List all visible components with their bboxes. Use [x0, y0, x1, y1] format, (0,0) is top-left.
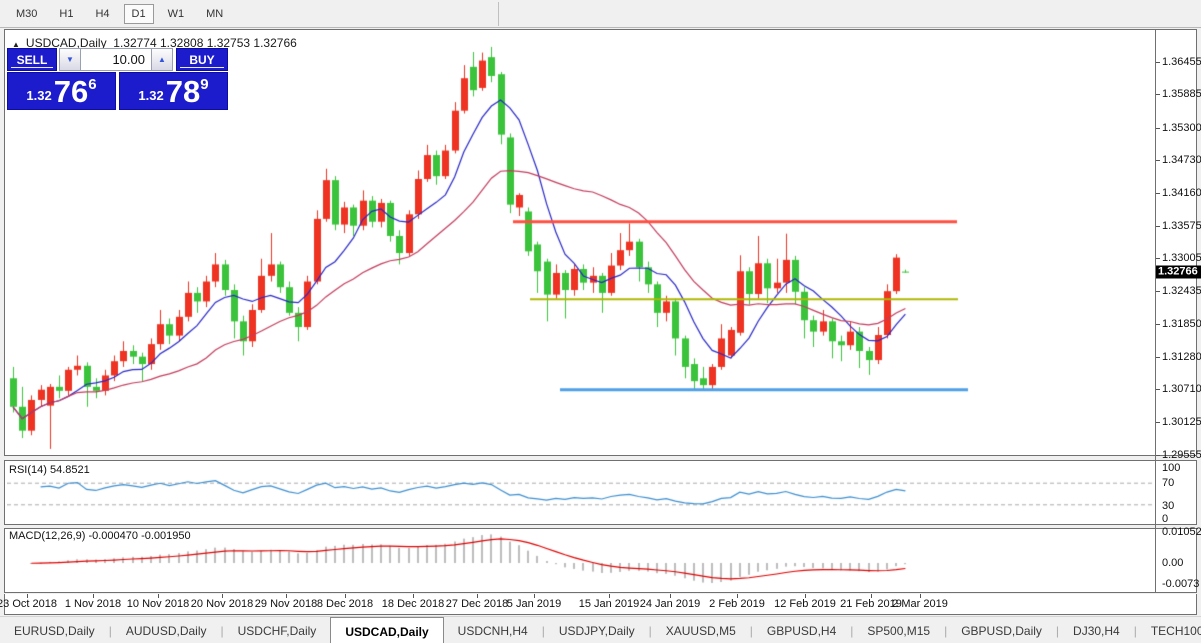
buy-price-pip-digit: 9: [200, 76, 208, 93]
one-click-trading-panel: SELL ▼ ▲ BUY 1.32766 1.32789: [7, 48, 228, 110]
chart-tab-dj30-h4[interactable]: DJ30,H4: [1059, 617, 1134, 643]
chart-tab-audusd-daily[interactable]: AUDUSD,Daily: [112, 617, 221, 643]
volume-decrease-button[interactable]: ▼: [59, 48, 81, 71]
price-axis-label: 1.33575: [1162, 220, 1201, 232]
timeframe-button-h1[interactable]: H1: [51, 4, 81, 24]
current-price-badge: 1.32766: [1156, 266, 1201, 279]
date-axis-label: 5 Jan 2019: [507, 598, 561, 610]
timeframe-toolbar: M30 H1 H4 D1 W1MN: [0, 0, 1201, 28]
buy-price-big-digits: 78: [166, 77, 200, 106]
chart-tab-usdjpy-daily[interactable]: USDJPY,Daily: [545, 617, 649, 643]
price-axis-label: 1.32435: [1162, 285, 1201, 297]
price-axis-tick: [1156, 128, 1160, 129]
date-axis-label: 2 Mar 2019: [892, 598, 948, 610]
date-axis-label: 12 Feb 2019: [774, 598, 836, 610]
chart-tab-gbpusd-daily[interactable]: GBPUSD,Daily: [947, 617, 1056, 643]
rsi-label: RSI(14) 54.8521: [9, 464, 90, 476]
toolbar-separator: [498, 2, 499, 26]
price-axis-tick: [1156, 94, 1160, 95]
sell-price-display[interactable]: 1.32766: [7, 72, 116, 110]
price-chart-area[interactable]: [7, 31, 1155, 594]
date-axis-label: 2 Feb 2019: [709, 598, 765, 610]
date-axis-label: 29 Nov 2018: [255, 598, 317, 610]
date-axis-label: 15 Jan 2019: [579, 598, 640, 610]
date-axis-label: 1 Nov 2018: [65, 598, 121, 610]
price-axis-tick: [1156, 160, 1160, 161]
price-axis-label: 1.35300: [1162, 122, 1201, 134]
rsi-axis-label: 0: [1162, 513, 1168, 525]
chart-tab-xauusd-m5[interactable]: XAUUSD,M5: [652, 617, 750, 643]
macd-label: MACD(12,26,9) -0.000470 -0.001950: [9, 530, 191, 542]
sell-price-big-digits: 76: [54, 77, 88, 106]
date-axis-label: 27 Dec 2018: [446, 598, 508, 610]
price-axis-tick: [1156, 258, 1160, 259]
triangle-down-icon: ▼: [66, 55, 74, 64]
price-axis-label: 1.31850: [1162, 318, 1201, 330]
chart-tab-usdcad-daily[interactable]: USDCAD,Daily: [330, 617, 443, 643]
buy-button[interactable]: BUY: [176, 48, 228, 71]
chart-tab-usdcnh-h4[interactable]: USDCNH,H4: [444, 617, 542, 643]
chart-rsi-divider[interactable]: [4, 455, 1197, 461]
price-axis-label: 1.33005: [1162, 252, 1201, 264]
chart-tab-eurusd-daily[interactable]: EURUSD,Daily: [0, 617, 109, 643]
price-axis-tick: [1156, 455, 1160, 456]
chart-tab-usdchf-daily[interactable]: USDCHF,Daily: [224, 617, 331, 643]
price-axis-tick: [1156, 291, 1160, 292]
date-axis-label: 10 Nov 2018: [127, 598, 189, 610]
date-axis-label: 23 Oct 2018: [0, 598, 57, 610]
price-axis-label: 1.36455: [1162, 56, 1201, 68]
timeframe-button-d1[interactable]: D1: [124, 4, 154, 24]
price-axis-tick: [1156, 357, 1160, 358]
rsi-macd-divider[interactable]: [4, 524, 1197, 529]
date-axis-label: 18 Dec 2018: [382, 598, 444, 610]
macd-axis-label: 0.00: [1162, 557, 1183, 569]
timeframe-button-h4[interactable]: H4: [87, 4, 117, 24]
price-axis-label: 1.29555: [1162, 449, 1201, 461]
chart-tab-bar: EURUSD,Daily|AUDUSD,Daily|USDCHF,DailyUS…: [0, 616, 1201, 643]
date-axis-label: 24 Jan 2019: [640, 598, 701, 610]
chart-tab-gbpusd-h4[interactable]: GBPUSD,H4: [753, 617, 850, 643]
price-axis-tick: [1156, 422, 1160, 423]
price-axis-tick: [1156, 193, 1160, 194]
sell-button[interactable]: SELL: [7, 48, 57, 71]
chart-tab-tech100-h1[interactable]: TECH100,H1: [1137, 617, 1201, 643]
volume-increase-button[interactable]: ▲: [151, 48, 173, 71]
timeframe-button-m30[interactable]: M30: [8, 4, 45, 24]
price-axis-label: 1.34160: [1162, 187, 1201, 199]
buy-price-display[interactable]: 1.32789: [119, 72, 228, 110]
date-axis[interactable]: 23 Oct 20181 Nov 201810 Nov 201820 Nov 2…: [5, 594, 1155, 614]
sell-price-pip-digit: 6: [88, 76, 96, 93]
rsi-axis-label: 70: [1162, 477, 1174, 489]
price-axis-label: 1.34730: [1162, 154, 1201, 166]
price-axis-label: 1.30710: [1162, 383, 1201, 395]
rsi-axis-label: 30: [1162, 500, 1174, 512]
price-axis-separator: [1155, 30, 1156, 593]
price-axis-label: 1.30125: [1162, 416, 1201, 428]
sell-price-prefix: 1.32: [26, 88, 51, 103]
macd-axis-label: -0.0073: [1162, 578, 1199, 590]
rsi-axis-label: 100: [1162, 462, 1180, 474]
buy-price-prefix: 1.32: [138, 88, 163, 103]
price-axis-tick: [1156, 324, 1160, 325]
volume-input[interactable]: [81, 48, 151, 71]
date-axis-label: 20 Nov 2018: [191, 598, 253, 610]
date-axis-label: 8 Dec 2018: [317, 598, 373, 610]
mt4-chart-window: M30H1H4D1W1MN ▲USDCAD,Daily 1.32774 1.32…: [0, 0, 1201, 643]
price-axis-tick: [1156, 62, 1160, 63]
price-axis-tick: [1156, 226, 1160, 227]
price-axis-label: 1.35885: [1162, 88, 1201, 100]
macd-axis-label: 0.010525: [1162, 526, 1201, 538]
price-axis-tick: [1156, 389, 1160, 390]
chart-tab-sp500-m15[interactable]: SP500,M15: [853, 617, 944, 643]
price-axis-label: 1.31280: [1162, 351, 1201, 363]
timeframe-button-w1[interactable]: W1: [160, 4, 193, 24]
triangle-up-icon: ▲: [158, 55, 166, 64]
timeframe-button-mn[interactable]: MN: [198, 4, 231, 24]
